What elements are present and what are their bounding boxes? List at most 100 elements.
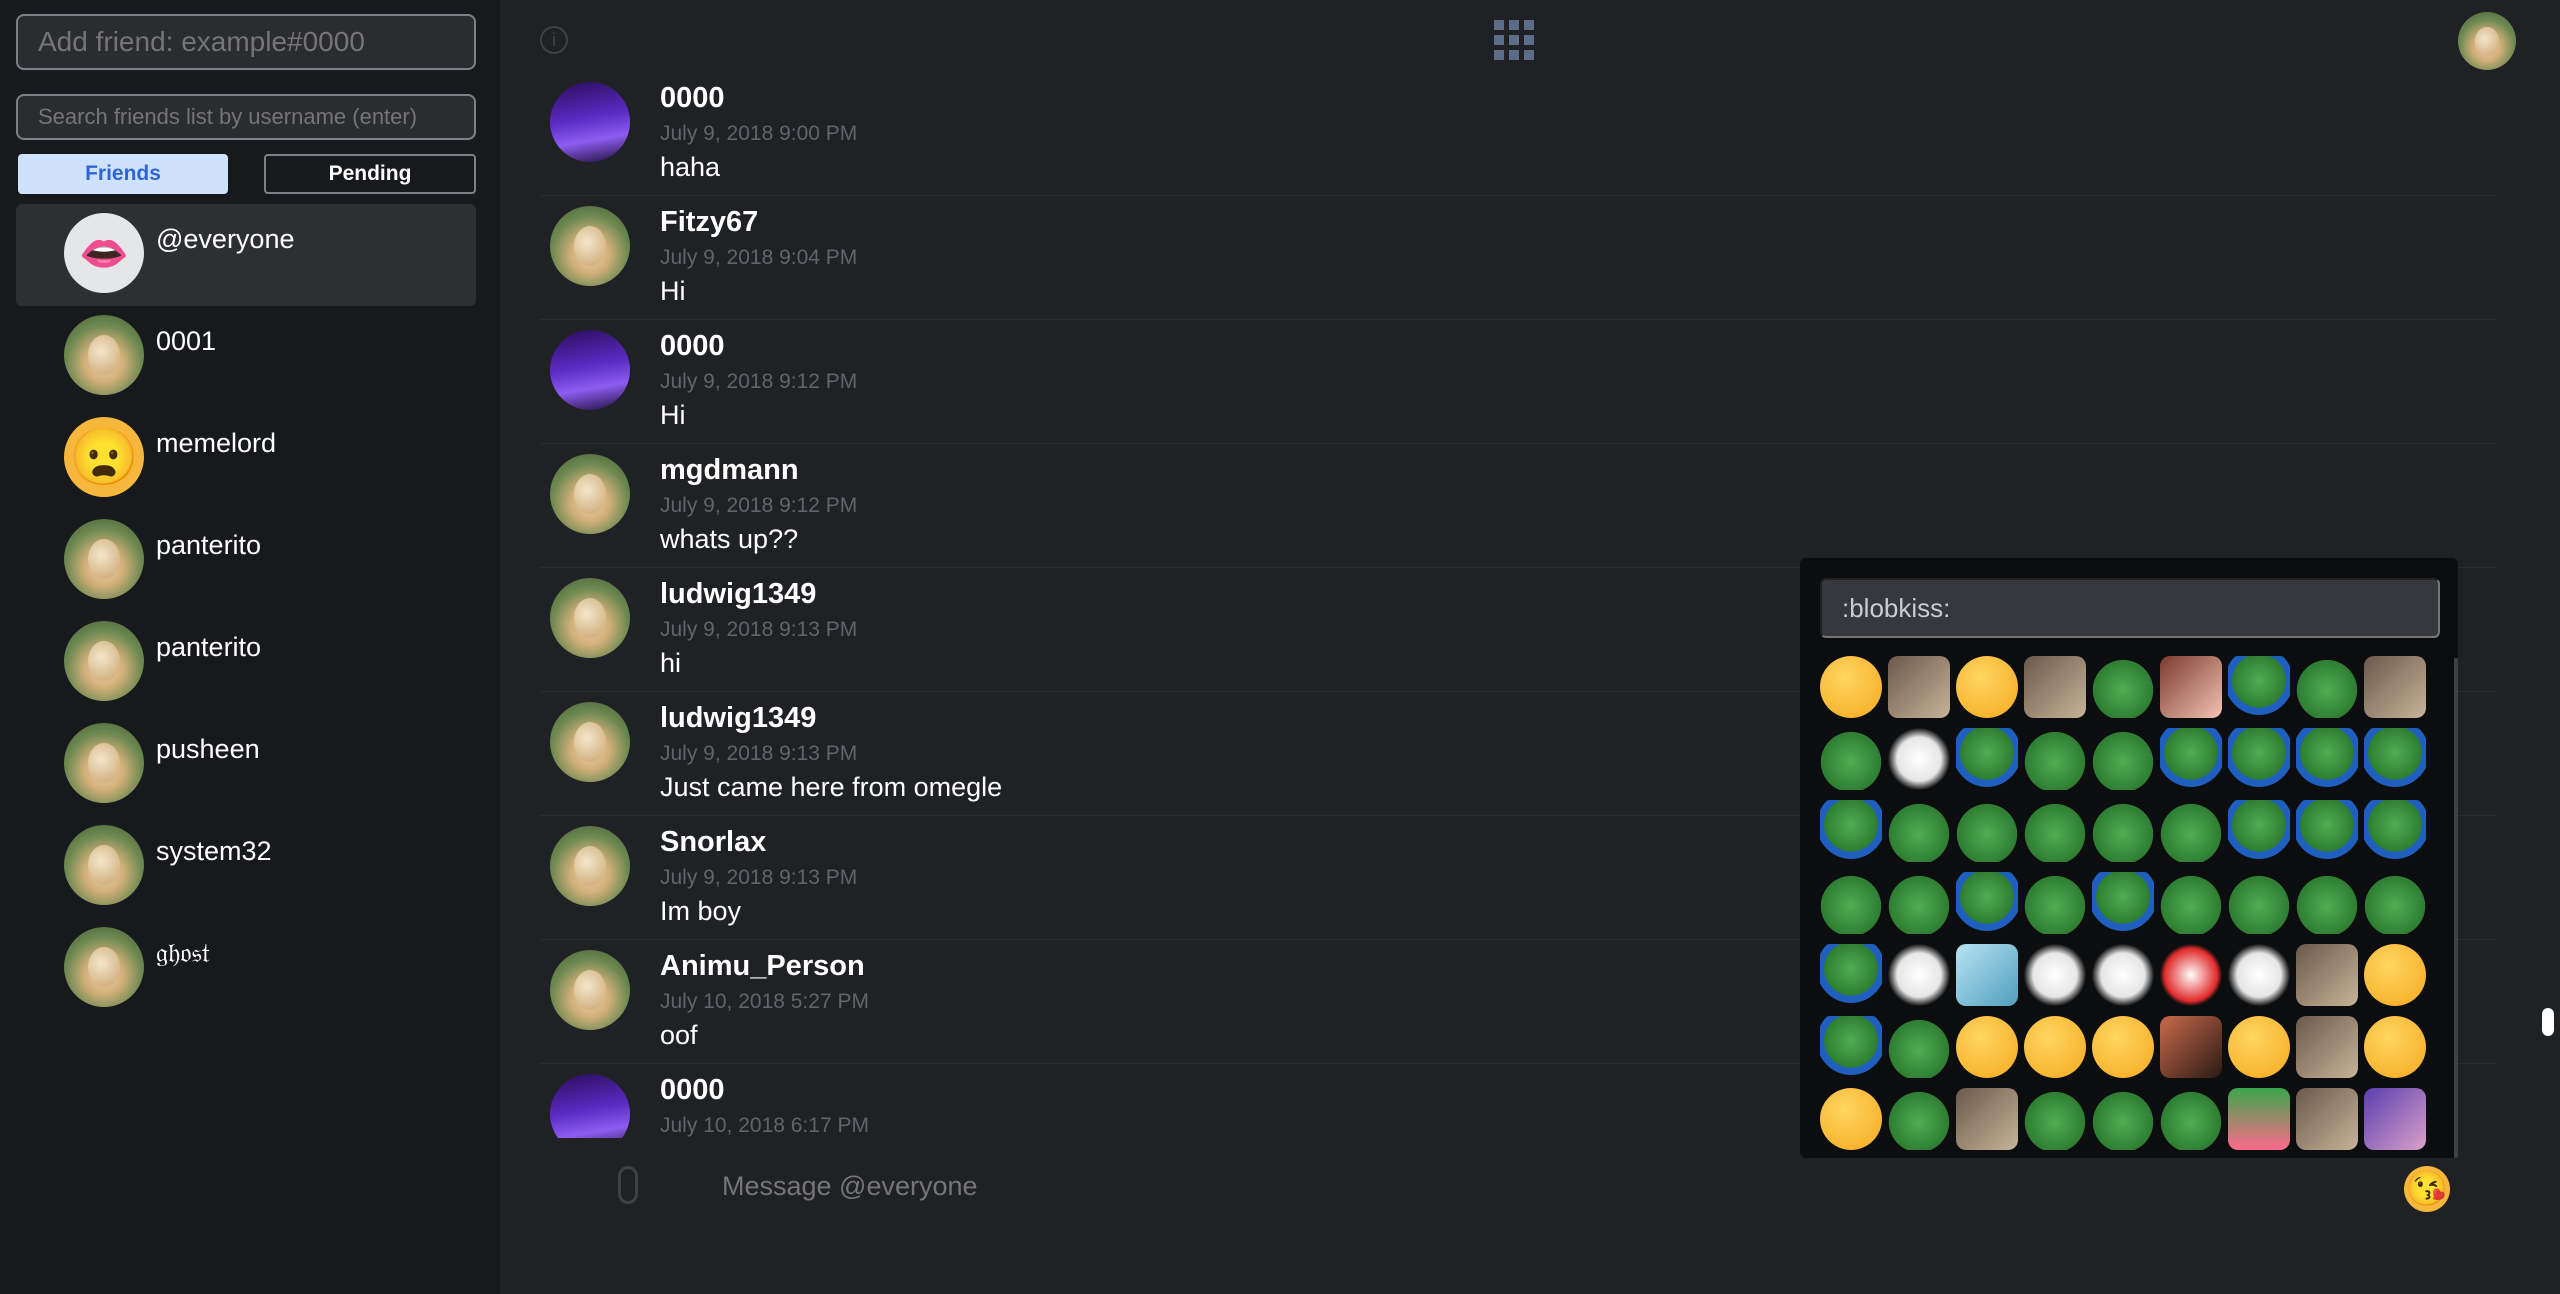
emoji-tile[interactable] [1820, 800, 1882, 862]
emoji-tile[interactable] [2296, 1016, 2358, 1078]
avatar[interactable] [550, 82, 630, 162]
emoji-tile[interactable] [2364, 872, 2426, 934]
emoji-tile[interactable] [1888, 656, 1950, 718]
emoji-tile[interactable] [2296, 1088, 2358, 1150]
emoji-tile[interactable] [2024, 872, 2086, 934]
avatar[interactable] [550, 206, 630, 286]
emoji-tile[interactable] [2364, 656, 2426, 718]
emoji-tile[interactable] [2228, 656, 2290, 718]
emoji-tile[interactable] [1820, 1016, 1882, 1078]
message-author[interactable]: Snorlax [660, 826, 766, 859]
emoji-tile[interactable] [2092, 1088, 2154, 1150]
message-input[interactable] [722, 1162, 2222, 1210]
emoji-tile[interactable] [1820, 728, 1882, 790]
kissing-face-icon[interactable]: 😘 [2404, 1166, 2450, 1212]
emoji-tile[interactable] [2024, 728, 2086, 790]
emoji-tile[interactable] [2024, 800, 2086, 862]
emoji-tile[interactable] [1820, 1088, 1882, 1150]
page-scrollbar-thumb[interactable] [2542, 1008, 2554, 1036]
emoji-tile[interactable] [2024, 944, 2086, 1006]
emoji-tile[interactable] [2092, 728, 2154, 790]
emoji-tile[interactable] [2228, 1088, 2290, 1150]
emoji-tile[interactable] [2024, 1088, 2086, 1150]
emoji-tile[interactable] [2024, 1016, 2086, 1078]
emoji-tile[interactable] [1888, 944, 1950, 1006]
emoji-tile[interactable] [2296, 800, 2358, 862]
emoji-tile[interactable] [2092, 1016, 2154, 1078]
emoji-tile[interactable] [1820, 872, 1882, 934]
emoji-tile[interactable] [2092, 944, 2154, 1006]
emoji-tile[interactable] [2160, 656, 2222, 718]
emoji-picker-scrollbar[interactable] [2454, 658, 2458, 1158]
emoji-tile[interactable] [2296, 728, 2358, 790]
friend-item[interactable]: 𝔤𝔥𝔬𝔰𝔱 [16, 918, 476, 1020]
info-icon[interactable]: i [540, 26, 568, 54]
emoji-tile[interactable] [2296, 656, 2358, 718]
friend-item[interactable]: 0001 [16, 306, 476, 408]
avatar[interactable] [550, 578, 630, 658]
friend-item[interactable]: panterito [16, 612, 476, 714]
emoji-tile[interactable] [2092, 872, 2154, 934]
emoji-tile[interactable] [1888, 872, 1950, 934]
avatar[interactable] [550, 330, 630, 410]
friend-item[interactable]: 😦 memelord [16, 408, 476, 510]
emoji-tile[interactable] [2160, 944, 2222, 1006]
message-author[interactable]: 0000 [660, 82, 725, 115]
apps-grid-icon[interactable] [1494, 20, 1536, 62]
friend-item[interactable]: panterito [16, 510, 476, 612]
message-author[interactable]: ludwig1349 [660, 578, 816, 611]
emoji-tile[interactable] [1956, 1016, 2018, 1078]
emoji-tile[interactable] [2364, 1088, 2426, 1150]
emoji-tile[interactable] [2160, 1016, 2222, 1078]
emoji-tile[interactable] [2228, 944, 2290, 1006]
message-author[interactable]: ludwig1349 [660, 702, 816, 735]
tab-pending[interactable]: Pending [264, 154, 476, 194]
emoji-tile[interactable] [2296, 944, 2358, 1006]
friend-item[interactable]: system32 [16, 816, 476, 918]
message-author[interactable]: mgdmann [660, 454, 799, 487]
emoji-tile[interactable] [2364, 800, 2426, 862]
avatar[interactable] [550, 702, 630, 782]
message-author[interactable]: Fitzy67 [660, 206, 758, 239]
emoji-tile[interactable] [2092, 656, 2154, 718]
emoji-tile[interactable] [1956, 800, 2018, 862]
avatar[interactable] [550, 826, 630, 906]
emoji-tile[interactable] [1820, 656, 1882, 718]
emoji-tile[interactable] [2160, 728, 2222, 790]
emoji-tile[interactable] [2364, 728, 2426, 790]
tab-friends[interactable]: Friends [18, 154, 228, 194]
emoji-tile[interactable] [2364, 944, 2426, 1006]
message-author[interactable]: 0000 [660, 1074, 725, 1107]
emoji-tile[interactable] [2228, 872, 2290, 934]
emoji-tile[interactable] [1888, 728, 1950, 790]
message-author[interactable]: Animu_Person [660, 950, 865, 983]
avatar[interactable] [550, 950, 630, 1030]
friend-item[interactable]: 👄 @everyone [16, 204, 476, 306]
emoji-tile[interactable] [1956, 1088, 2018, 1150]
emoji-tile[interactable] [1956, 944, 2018, 1006]
message-author[interactable]: 0000 [660, 330, 725, 363]
emoji-tile[interactable] [1820, 944, 1882, 1006]
emoji-tile[interactable] [2228, 800, 2290, 862]
user-avatar[interactable] [2458, 12, 2516, 70]
emoji-search-input[interactable] [1820, 578, 2440, 638]
emoji-tile[interactable] [2024, 656, 2086, 718]
emoji-tile[interactable] [1956, 656, 2018, 718]
emoji-tile[interactable] [2228, 728, 2290, 790]
emoji-tile[interactable] [1956, 728, 2018, 790]
add-friend-input[interactable] [16, 14, 476, 70]
emoji-tile[interactable] [1888, 1016, 1950, 1078]
emoji-tile[interactable] [2092, 800, 2154, 862]
emoji-tile[interactable] [1888, 800, 1950, 862]
emoji-tile[interactable] [2296, 872, 2358, 934]
emoji-tile[interactable] [2160, 800, 2222, 862]
emoji-tile[interactable] [2364, 1016, 2426, 1078]
search-friends-input[interactable] [16, 94, 476, 140]
avatar[interactable] [550, 454, 630, 534]
emoji-tile[interactable] [2228, 1016, 2290, 1078]
emoji-tile[interactable] [1888, 1088, 1950, 1150]
attachment-icon[interactable] [618, 1166, 638, 1204]
friend-item[interactable]: pusheen [16, 714, 476, 816]
emoji-tile[interactable] [2160, 1088, 2222, 1150]
emoji-tile[interactable] [2160, 872, 2222, 934]
